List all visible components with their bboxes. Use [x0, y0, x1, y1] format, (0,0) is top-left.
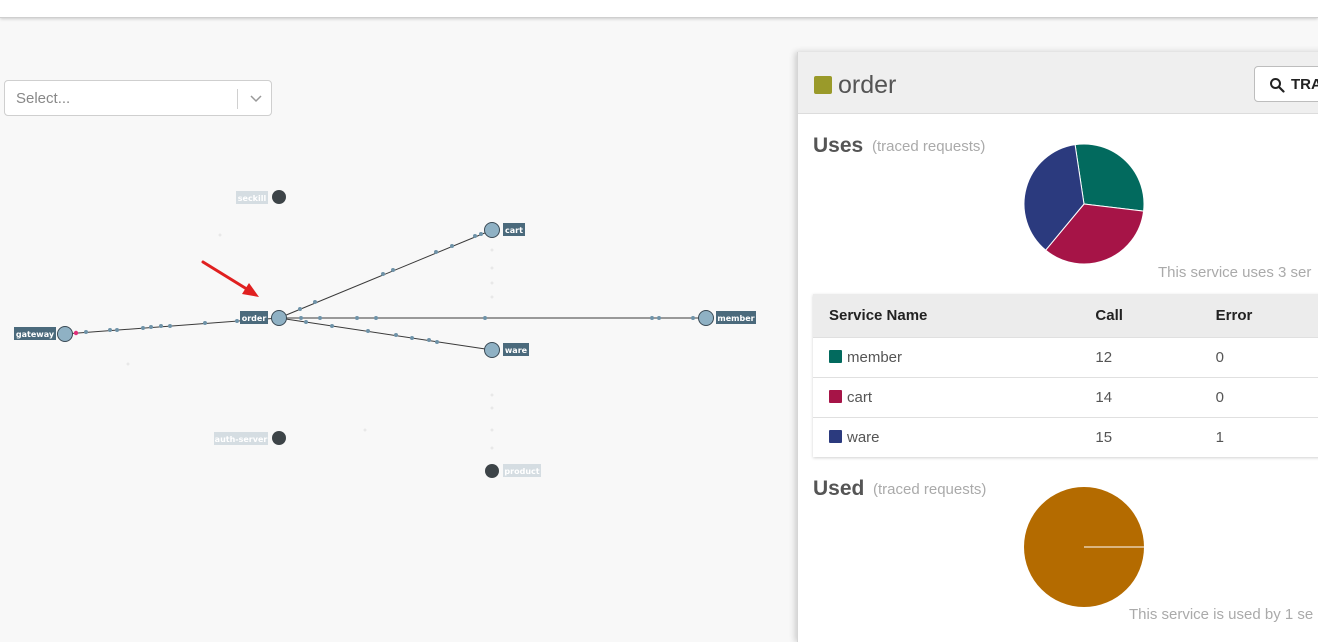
traffic-particles: [73, 232, 695, 344]
error-count: 0: [1215, 377, 1318, 418]
table-row[interactable]: member 12 0: [813, 337, 1318, 378]
node-auth-server[interactable]: [272, 431, 286, 445]
table-row[interactable]: ware 15 1: [813, 417, 1318, 457]
label-member: member: [717, 314, 754, 323]
panel-header: order TRA: [798, 52, 1318, 114]
label-cart: cart: [505, 226, 523, 235]
used-pie-chart: [1024, 487, 1144, 607]
label-ware: ware: [505, 346, 528, 355]
header-call[interactable]: Call: [1095, 294, 1216, 338]
select-placeholder: Select...: [16, 90, 71, 107]
pie-slice-member[interactable]: [1074, 143, 1145, 212]
edge-order-ware[interactable]: [278, 317, 493, 351]
service-filter-select[interactable]: Select...: [4, 80, 272, 116]
label-gateway: gateway: [16, 330, 55, 339]
service-name: ware: [847, 429, 880, 446]
uses-title: Uses: [813, 134, 864, 157]
header-error[interactable]: Error: [1215, 294, 1318, 338]
service-swatch: [829, 390, 842, 403]
edge-order-cart[interactable]: [278, 229, 493, 319]
call-count: 14: [1095, 377, 1216, 418]
node-member[interactable]: [698, 310, 714, 326]
chevron-down-icon[interactable]: [248, 91, 264, 107]
uses-pie-chart: [1023, 143, 1145, 265]
label-auth-server: auth-server: [215, 435, 268, 444]
annotation-arrow-icon: [201, 260, 259, 297]
service-color-swatch: [814, 76, 832, 94]
table-header-row: Service Name Call Error: [813, 294, 1318, 338]
table-row[interactable]: cart 14 0: [813, 377, 1318, 418]
uses-caption: This service uses 3 ser: [1158, 264, 1312, 281]
call-count: 15: [1095, 417, 1216, 457]
node-ware[interactable]: [484, 342, 500, 358]
panel-title: order: [838, 71, 897, 99]
used-title: Used: [813, 477, 865, 500]
error-count: 1: [1215, 417, 1318, 457]
service-detail-panel: order TRA Uses (traced requests) This se…: [797, 52, 1318, 642]
uses-subtitle: (traced requests): [872, 138, 986, 155]
error-count: 0: [1215, 337, 1318, 378]
header-service-name[interactable]: Service Name: [813, 294, 1096, 338]
used-subtitle: (traced requests): [873, 481, 987, 498]
services-table: Service Name Call Error member 12 0 cart…: [813, 294, 1318, 457]
call-count: 12: [1095, 337, 1216, 378]
label-order: order: [242, 314, 267, 323]
service-name: cart: [847, 389, 873, 406]
select-separator: [237, 89, 238, 109]
node-product[interactable]: [485, 464, 499, 478]
node-seckill[interactable]: [272, 190, 286, 204]
node-order[interactable]: [271, 310, 287, 326]
used-caption: This service is used by 1 se: [1129, 606, 1314, 623]
label-seckill: seckill: [238, 194, 267, 203]
search-icon: [1270, 78, 1285, 93]
traces-button[interactable]: TRA: [1254, 66, 1318, 102]
service-swatch: [829, 430, 842, 443]
node-gateway[interactable]: [57, 326, 73, 342]
graph-edges: [64, 229, 706, 351]
label-product: product: [504, 467, 539, 476]
traces-button-label: TRA: [1291, 76, 1318, 93]
node-cart[interactable]: [484, 222, 500, 238]
service-swatch: [829, 350, 842, 363]
service-name: member: [847, 349, 903, 366]
